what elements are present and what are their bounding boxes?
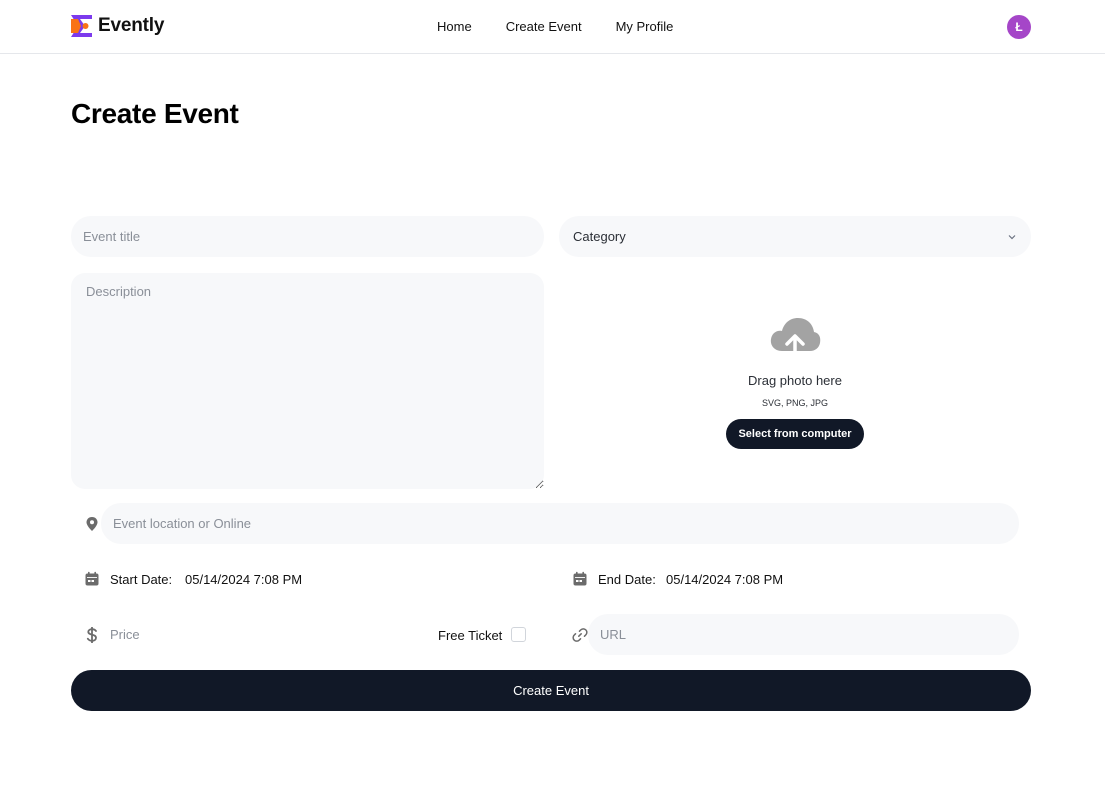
accepted-formats: SVG, PNG, JPG — [761, 398, 828, 408]
price-input[interactable] — [98, 614, 428, 655]
category-select[interactable]: Category — [559, 216, 1031, 257]
location-input[interactable] — [101, 503, 1019, 544]
start-date-picker[interactable]: 05/14/2024 7:08 PM — [185, 572, 302, 587]
nav-my-profile[interactable]: My Profile — [616, 19, 674, 34]
nav-create-event[interactable]: Create Event — [506, 19, 582, 34]
main-nav: Home Create Event My Profile — [437, 19, 673, 34]
category-select-label: Category — [573, 229, 626, 244]
evently-logo-icon — [71, 15, 92, 37]
nav-home[interactable]: Home — [437, 19, 472, 34]
event-title-input[interactable] — [71, 216, 544, 257]
create-event-button[interactable]: Create Event — [71, 670, 1031, 711]
logo[interactable]: Evently — [71, 15, 164, 37]
drag-photo-text: Drag photo here — [748, 373, 842, 388]
photo-dropzone[interactable]: Drag photo here SVG, PNG, JPG Select fro… — [560, 273, 1030, 489]
brand-name: Evently — [98, 15, 165, 36]
cloud-upload-icon — [770, 318, 821, 359]
link-icon — [572, 628, 588, 642]
chevron-down-icon — [1008, 234, 1016, 239]
calendar-icon — [573, 571, 587, 586]
select-from-computer-button[interactable]: Select from computer — [726, 419, 864, 449]
end-date-picker[interactable]: 05/14/2024 7:08 PM — [666, 572, 783, 587]
user-avatar[interactable]: Ł — [1007, 15, 1031, 39]
calendar-icon — [85, 571, 99, 586]
description-textarea[interactable] — [71, 273, 544, 489]
url-input[interactable] — [588, 614, 1019, 655]
free-ticket-checkbox[interactable] — [511, 627, 526, 642]
site-header: Evently Home Create Event My Profile Ł — [0, 0, 1105, 54]
start-date-label: Start Date: — [110, 572, 173, 587]
page-title: Create Event — [71, 98, 239, 129]
location-pin-icon — [86, 517, 98, 531]
free-ticket-label: Free Ticket — [438, 628, 503, 643]
end-date-label: End Date: — [598, 572, 656, 587]
